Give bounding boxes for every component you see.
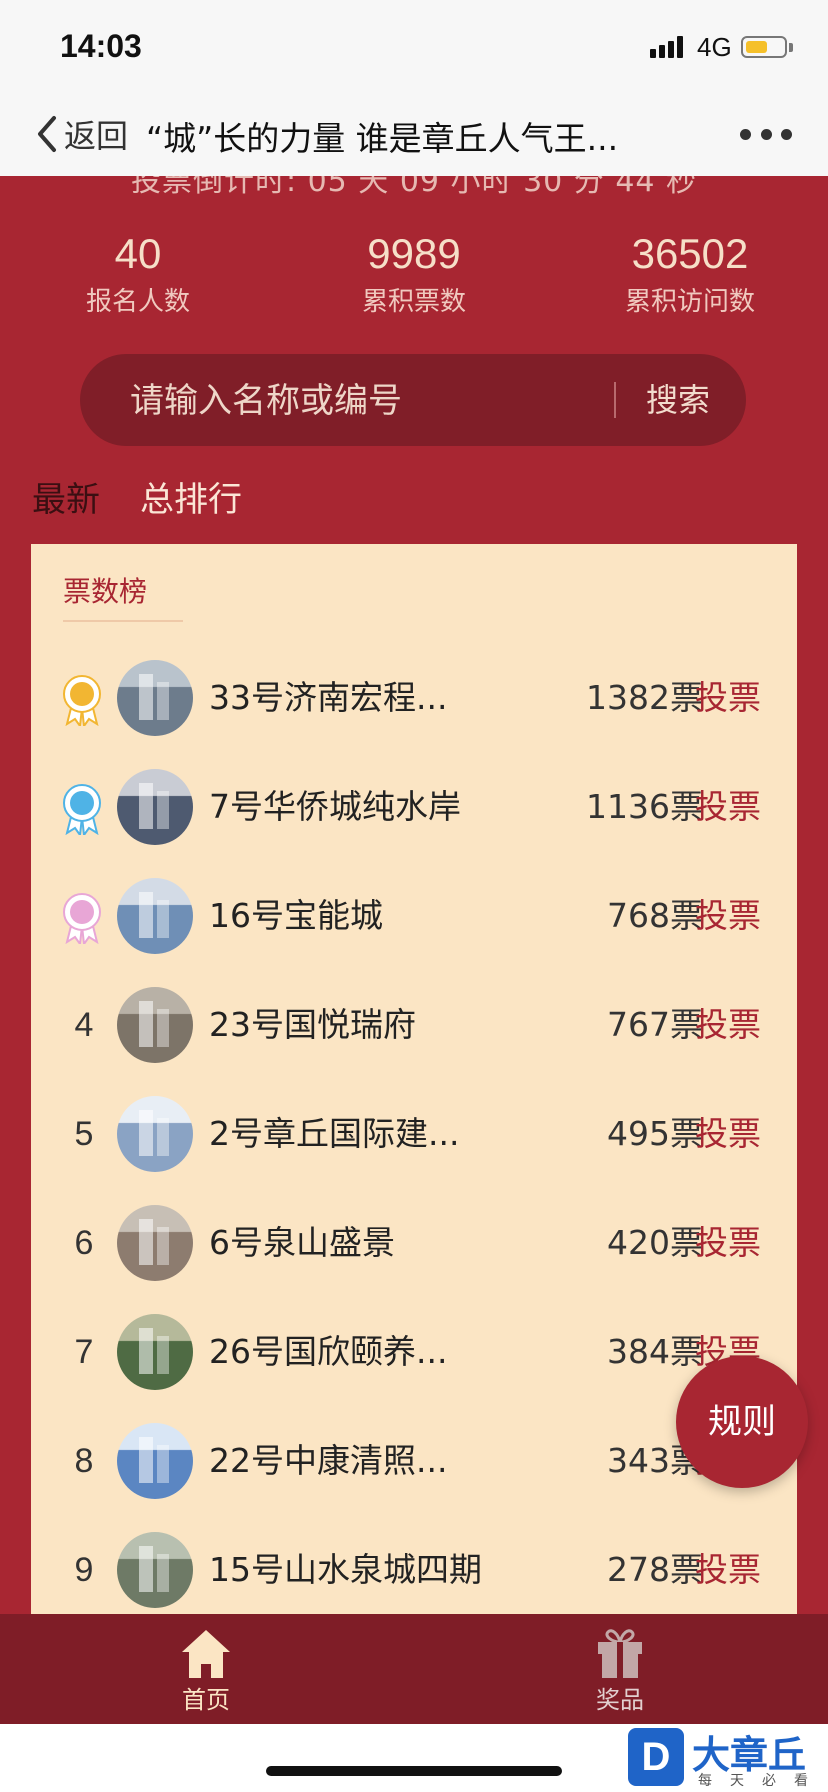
search-button[interactable]: 搜索 bbox=[646, 354, 710, 446]
vote-count: 768票 bbox=[607, 896, 703, 935]
tabbar-home[interactable]: 首页 bbox=[106, 1614, 306, 1724]
rank-number: 9 bbox=[74, 1551, 94, 1589]
main-content: 投票倒计时: 05 天 09 小时 30 分 44 秒 40 报名人数 9989… bbox=[0, 176, 828, 1616]
vote-count: 420票 bbox=[607, 1223, 703, 1262]
vote-button[interactable]: 投票 bbox=[695, 753, 761, 861]
stat-total-votes: 9989 累积票数 bbox=[276, 226, 552, 322]
vote-button[interactable]: 投票 bbox=[695, 1516, 761, 1616]
rank-number: 7 bbox=[74, 1333, 94, 1371]
chevron-left-icon bbox=[38, 116, 56, 152]
gift-icon bbox=[598, 1629, 642, 1678]
avatar[interactable] bbox=[117, 878, 193, 954]
page-title: “城”长的力量 谁是章丘人气王... bbox=[146, 119, 619, 158]
avatar[interactable] bbox=[117, 769, 193, 845]
nav-bar: 返回 “城”长的力量 谁是章丘人气王... bbox=[0, 92, 828, 176]
vote-count: 1382票 bbox=[586, 678, 703, 717]
vote-button[interactable]: 投票 bbox=[695, 644, 761, 752]
list-item[interactable]: 7 26号国欣颐养... 384票 投票 bbox=[31, 1298, 797, 1406]
avatar[interactable] bbox=[117, 1532, 193, 1608]
avatar[interactable] bbox=[117, 1096, 193, 1172]
bottom-tab-bar: 首页 奖品 bbox=[0, 1614, 828, 1724]
signal-icon bbox=[650, 34, 690, 58]
tab-total-ranking[interactable]: 总排行 bbox=[140, 472, 242, 528]
status-bar: 14:03 4G bbox=[0, 0, 828, 92]
medal-blue-icon bbox=[63, 784, 101, 835]
vote-count: 1136票 bbox=[586, 787, 703, 826]
battery-icon bbox=[741, 36, 787, 58]
watermark-subtitle: 每天必看 bbox=[698, 1773, 826, 1789]
more-dots-icon[interactable] bbox=[740, 122, 792, 146]
medal-gold-icon bbox=[63, 675, 101, 726]
item-name[interactable]: 26号国欣颐养... bbox=[209, 1298, 479, 1406]
status-time: 14:03 bbox=[60, 28, 142, 64]
list-item[interactable]: 33号济南宏程... 1382票 投票 bbox=[31, 644, 797, 752]
tabbar-label: 奖品 bbox=[596, 1686, 644, 1714]
tabbar-prizes[interactable]: 奖品 bbox=[520, 1614, 720, 1724]
item-name[interactable]: 2号章丘国际建... bbox=[209, 1080, 479, 1188]
stat-label: 累积票数 bbox=[361, 287, 466, 317]
vote-button[interactable]: 投票 bbox=[695, 1080, 761, 1188]
battery-tip bbox=[789, 43, 793, 52]
home-indicator bbox=[266, 1766, 562, 1776]
stat-value: 36502 bbox=[631, 230, 749, 277]
avatar[interactable] bbox=[117, 1314, 193, 1390]
avatar[interactable] bbox=[117, 1423, 193, 1499]
list-item[interactable]: 6 6号泉山盛景 420票 投票 bbox=[31, 1189, 797, 1297]
back-button[interactable]: 返回 bbox=[36, 112, 128, 156]
item-name[interactable]: 16号宝能城 bbox=[209, 862, 479, 970]
vote-button[interactable]: 投票 bbox=[695, 1189, 761, 1297]
rank-number: 4 bbox=[74, 1006, 94, 1044]
vote-button[interactable]: 投票 bbox=[695, 971, 761, 1079]
stat-label: 累积访问数 bbox=[624, 287, 755, 317]
rank-number: 8 bbox=[74, 1442, 94, 1480]
board-title: 票数榜 bbox=[63, 575, 148, 608]
tab-latest[interactable]: 最新 bbox=[32, 472, 100, 528]
item-name[interactable]: 22号中康清照... bbox=[209, 1407, 479, 1515]
vote-count: 495票 bbox=[607, 1114, 703, 1153]
vote-count: 767票 bbox=[607, 1005, 703, 1044]
vote-count: 384票 bbox=[607, 1332, 703, 1371]
stat-registrants: 40 报名人数 bbox=[0, 226, 276, 322]
stat-value: 9989 bbox=[367, 230, 461, 277]
rules-button[interactable]: 规则 bbox=[676, 1356, 808, 1488]
home-icon bbox=[182, 1630, 230, 1678]
board-title-underline bbox=[63, 620, 183, 622]
stat-total-visits: 36502 累积访问数 bbox=[552, 226, 828, 322]
search-bar: 搜索 bbox=[80, 354, 746, 448]
item-name[interactable]: 33号济南宏程... bbox=[209, 644, 479, 752]
list-item[interactable]: 4 23号国悦瑞府 767票 投票 bbox=[31, 971, 797, 1079]
list-item[interactable]: 9 15号山水泉城四期 278票 投票 bbox=[31, 1516, 797, 1616]
vote-count: 278票 bbox=[607, 1550, 703, 1589]
vote-button[interactable]: 投票 bbox=[695, 862, 761, 970]
avatar[interactable] bbox=[117, 1205, 193, 1281]
tabbar-label: 首页 bbox=[182, 1686, 230, 1714]
avatar[interactable] bbox=[117, 987, 193, 1063]
stat-label: 报名人数 bbox=[85, 287, 190, 317]
item-name[interactable]: 15号山水泉城四期 bbox=[209, 1516, 482, 1616]
medal-pink-icon bbox=[63, 893, 101, 944]
back-label: 返回 bbox=[64, 117, 129, 155]
rank-number: 6 bbox=[74, 1224, 94, 1262]
list-item[interactable]: 16号宝能城 768票 投票 bbox=[31, 862, 797, 970]
search-input[interactable] bbox=[128, 354, 672, 448]
list-item[interactable]: 5 2号章丘国际建... 495票 投票 bbox=[31, 1080, 797, 1188]
search-divider bbox=[614, 382, 616, 418]
stats-bar: 40 报名人数 9989 累积票数 36502 累积访问数 bbox=[0, 226, 828, 346]
item-name[interactable]: 7号华侨城纯水岸 bbox=[209, 753, 479, 861]
leaderboard: 票数榜 33号济南宏程... 1382票 投票 7号华侨城纯水岸 1136票 投票 16号宝… bbox=[31, 544, 797, 1616]
network-type: 4G bbox=[697, 32, 732, 62]
watermark-logo: D 大章丘 每天必看 bbox=[628, 1728, 828, 1792]
logo-badge: D bbox=[628, 1728, 684, 1786]
vote-count: 343票 bbox=[607, 1441, 703, 1480]
item-name[interactable]: 23号国悦瑞府 bbox=[209, 971, 479, 1079]
rank-number: 5 bbox=[74, 1115, 94, 1153]
list-item[interactable]: 7号华侨城纯水岸 1136票 投票 bbox=[31, 753, 797, 861]
stat-value: 40 bbox=[114, 230, 162, 277]
item-name[interactable]: 6号泉山盛景 bbox=[209, 1189, 479, 1297]
countdown-text: 投票倒计时: 05 天 09 小时 30 分 44 秒 bbox=[130, 176, 698, 199]
avatar[interactable] bbox=[117, 660, 193, 736]
